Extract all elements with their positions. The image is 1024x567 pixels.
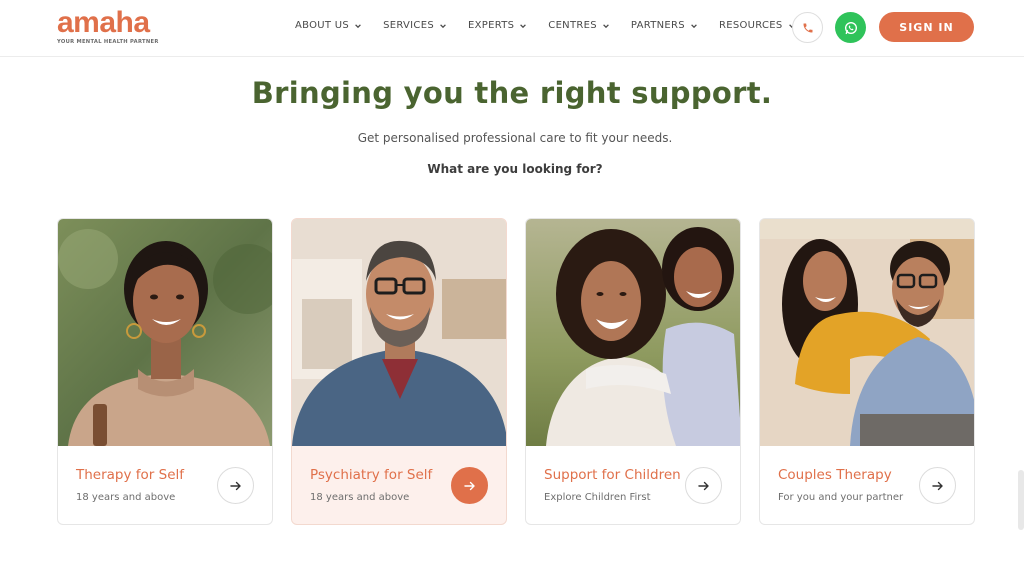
arrow-right-icon [463,481,475,490]
card-arrow-button[interactable] [919,467,956,504]
card-subtitle: 18 years and above [76,492,176,503]
nav-item-label: SERVICES [383,20,434,31]
whatsapp-icon [844,21,857,34]
nav-item-about-us[interactable]: ABOUT US [295,20,362,31]
whatsapp-button[interactable] [835,12,866,43]
chevron-down-icon [691,23,697,28]
card-title: Psychiatry for Self [310,467,433,483]
nav-item-services[interactable]: SERVICES [383,20,447,31]
amaha-logo[interactable]: amaha YOUR MENTAL HEALTH PARTNER [57,6,159,46]
service-card-therapy-for-self[interactable]: Therapy for Self 18 years and above [57,218,273,525]
chevron-down-icon [603,23,609,28]
site-header: amaha YOUR MENTAL HEALTH PARTNER ABOUT U… [0,0,1024,57]
page-subtitle: Get personalised professional care to fi… [357,131,673,145]
logo-tagline: YOUR MENTAL HEALTH PARTNER [57,39,159,45]
chevron-down-icon [440,23,446,28]
service-card-couples-therapy[interactable]: Couples Therapy For you and your partner [759,218,975,525]
phone-icon [803,23,812,32]
chevron-down-icon [520,23,527,28]
card-title: Therapy for Self [76,467,185,483]
nav-item-resources[interactable]: RESOURCES [719,20,796,31]
sign-in-button[interactable]: SIGN IN [879,12,974,42]
page-scrollbar[interactable] [1018,470,1024,530]
card-title: Support for Children [544,467,681,483]
card-photo-woman-smiling [58,219,272,446]
nav-item-centres[interactable]: CENTRES [548,20,610,31]
card-arrow-button[interactable] [217,467,254,504]
section-question: What are you looking for? [427,162,603,176]
page-title: Bringing you the right support. [251,76,773,110]
arrow-right-icon [931,481,943,490]
nav-item-label: RESOURCES [718,20,783,31]
card-arrow-button[interactable] [451,467,488,504]
service-card-support-for-children[interactable]: Support for Children Explore Children Fi… [525,218,741,525]
card-arrow-button[interactable] [685,467,722,504]
nav-item-partners[interactable]: PARTNERS [631,20,698,31]
arrow-right-icon [229,481,241,490]
logo-wordmark: amaha [57,6,150,39]
nav-item-label: EXPERTS [467,20,515,31]
card-photo-man-glasses [292,219,506,446]
arrow-right-icon [697,481,709,490]
card-subtitle: For you and your partner [778,492,904,503]
card-subtitle: 18 years and above [310,492,410,503]
nav-item-label: CENTRES [548,20,597,31]
call-button[interactable] [792,12,823,43]
service-card-psychiatry-for-self[interactable]: Psychiatry for Self 18 years and above [291,218,507,525]
main-nav: ABOUT US SERVICES EXPERTS CENTRES PARTNE… [295,20,817,31]
nav-item-label: PARTNERS [630,20,685,31]
card-photo-mother-daughter [526,219,740,446]
nav-item-experts[interactable]: EXPERTS [468,20,527,31]
nav-item-label: ABOUT US [295,20,350,31]
card-title: Couples Therapy [778,467,892,483]
chevron-down-icon [355,23,361,28]
card-photo-couple [760,219,974,446]
card-subtitle: Explore Children First [544,492,651,503]
